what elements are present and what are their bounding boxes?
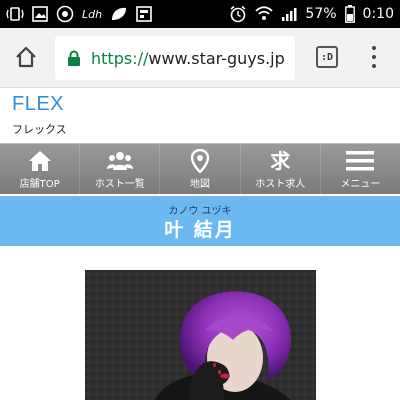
people-icon xyxy=(106,149,133,173)
home-icon xyxy=(16,46,36,68)
battery-icon xyxy=(344,5,355,23)
nav-item-menu[interactable]: メニュー xyxy=(321,144,400,194)
system-icons: 57% 0:10 xyxy=(229,0,394,28)
nav-label: 店舗TOP xyxy=(19,178,60,190)
tabs-button[interactable]: :D xyxy=(316,46,338,68)
map-pin-icon xyxy=(191,148,209,173)
shop-name[interactable]: FLEX xyxy=(12,93,64,116)
app-icon xyxy=(56,5,74,23)
lsh-icon: Ldh xyxy=(82,7,103,21)
nav-label: ホスト一覧 xyxy=(94,178,145,190)
more-vert-icon[interactable] xyxy=(368,44,380,70)
nav-label: 地図 xyxy=(190,178,210,190)
address-bar[interactable]: https://www.star-guys.jp xyxy=(55,36,295,80)
vibrate-icon xyxy=(6,6,24,22)
nav-item-host-list[interactable]: ホスト一覧 xyxy=(80,144,161,194)
host-name-banner: カノウ ユヅキ 叶 結月 xyxy=(0,196,400,246)
shop-nav: 店舗TOP ホスト一覧 地図 求 ホスト求人 メニュー xyxy=(0,143,400,194)
battery-percent: 57% xyxy=(305,6,337,22)
notification-icons: Ldh xyxy=(6,0,152,28)
nav-label: メニュー xyxy=(340,178,381,190)
photo-area xyxy=(0,246,400,400)
url-scheme: https:// xyxy=(91,48,149,68)
image-icon xyxy=(32,6,48,22)
flag-icon xyxy=(136,6,152,22)
shop-kana: フレックス xyxy=(12,123,67,136)
nav-item-store-top[interactable]: 店舗TOP xyxy=(0,144,81,194)
leaf-icon xyxy=(110,6,128,22)
nav-label: ホスト求人 xyxy=(255,178,306,190)
browser-toolbar: https://www.star-guys.jp :D xyxy=(0,28,400,88)
alarm-icon xyxy=(229,5,247,23)
nav-item-host-recruit[interactable]: 求 ホスト求人 xyxy=(241,144,321,194)
clock: 0:10 xyxy=(362,6,394,22)
kyu-kanji-icon: 求 xyxy=(270,148,291,173)
signal-icon xyxy=(281,6,297,22)
tabs-icon: :D xyxy=(320,51,334,63)
hamburger-icon xyxy=(346,149,375,173)
wifi-icon xyxy=(255,6,274,22)
home-icon xyxy=(28,149,52,173)
nav-item-map[interactable]: 地図 xyxy=(160,144,241,194)
shop-header: FLEX フレックス xyxy=(0,88,400,143)
host-photo[interactable] xyxy=(85,270,316,400)
url-text: https://www.star-guys.jp xyxy=(91,49,285,68)
status-bar: Ldh 57% 0:10 xyxy=(0,0,400,28)
lock-icon xyxy=(68,50,80,66)
host-name: 叶 結月 xyxy=(164,219,236,241)
url-host: www.star-guys.jp xyxy=(148,48,285,68)
home-button[interactable] xyxy=(12,43,40,71)
